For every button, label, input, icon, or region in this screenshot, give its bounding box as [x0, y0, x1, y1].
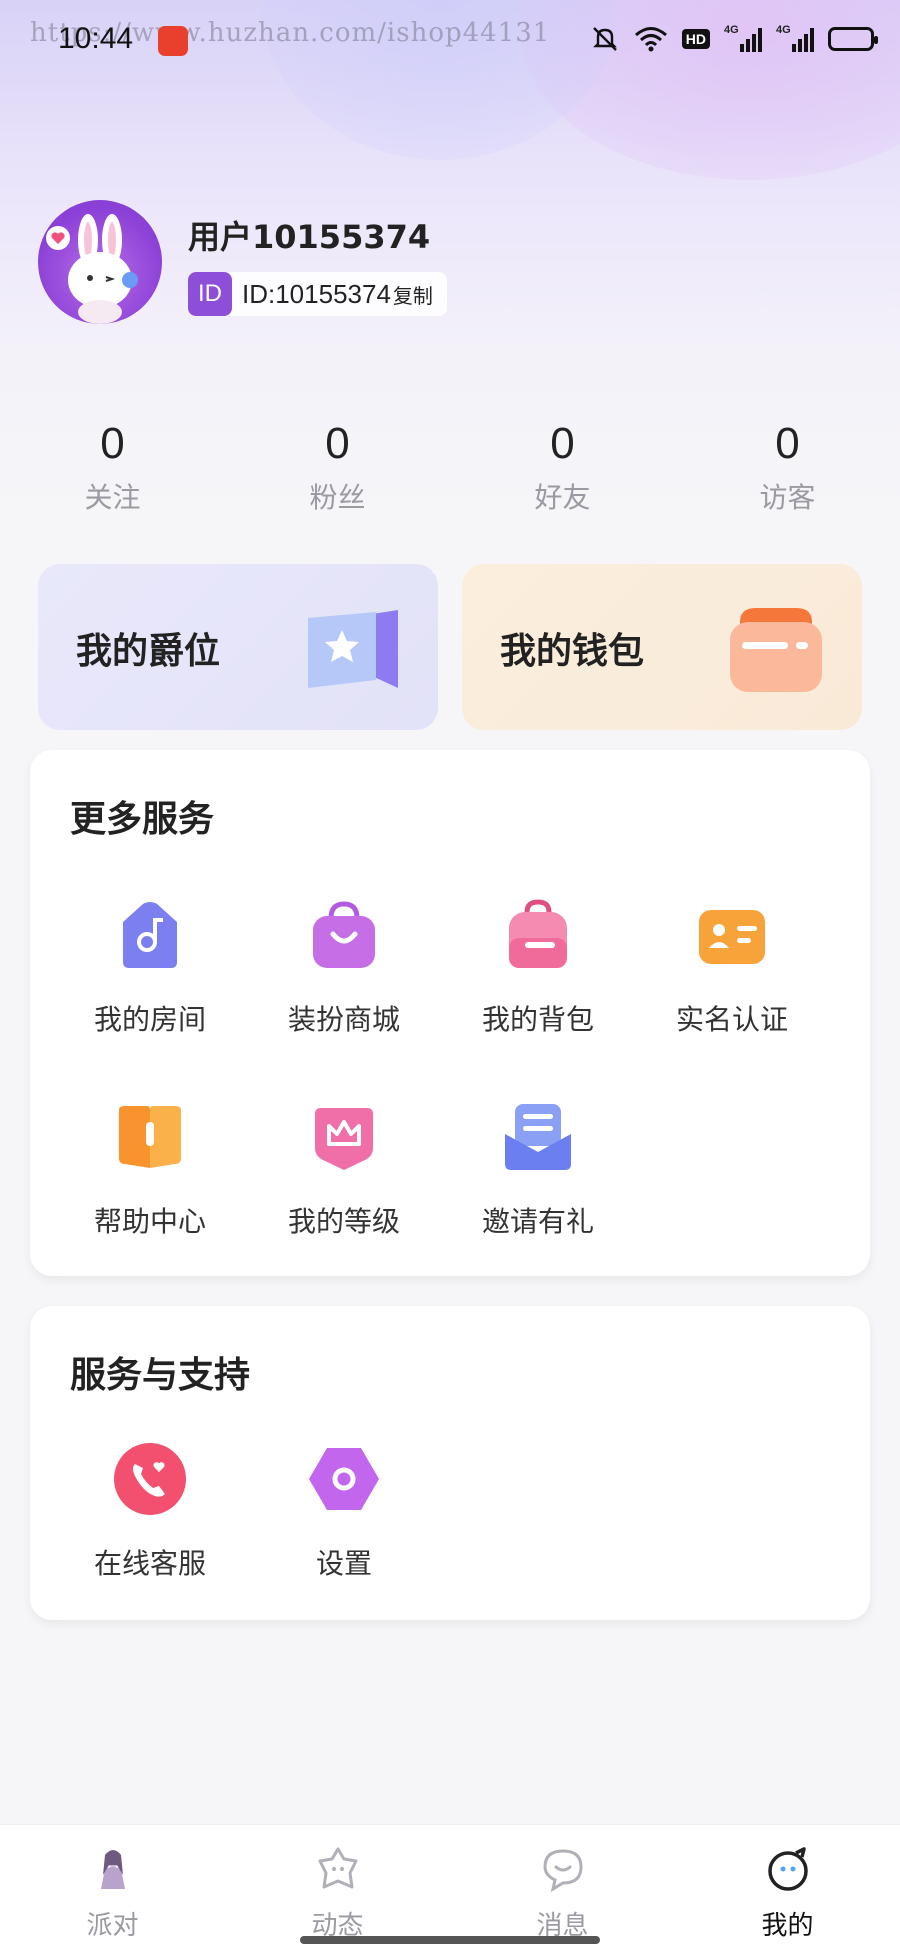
stat-value: 0: [325, 419, 350, 468]
id-card-icon: [699, 910, 765, 964]
stat-label: 好友: [534, 481, 591, 515]
network-type-label: 4G: [724, 24, 739, 36]
my-rank-title: 我的爵位: [76, 631, 221, 672]
help-book-icon: [119, 1106, 181, 1168]
avatar[interactable]: [38, 200, 162, 324]
signal-strength-icon: 4G: [724, 24, 762, 52]
profile-face-icon: [767, 1847, 808, 1891]
service-label: 我的等级: [287, 1205, 400, 1238]
username: 用户10155374: [188, 218, 431, 256]
battery-icon: [828, 27, 878, 51]
my-wallet-title: 我的钱包: [500, 631, 645, 672]
support-label: 在线客服: [93, 1547, 206, 1580]
more-services-panel: 更多服务 我的房间 装扮商城 我的背包 实名认证 帮助中心 我的等级 邀请有礼: [30, 750, 870, 1276]
stat-visitors[interactable]: 0 访客: [675, 419, 900, 516]
support-online-service[interactable]: 在线客服: [53, 1442, 247, 1582]
my-rank-card[interactable]: 我的爵位: [38, 564, 438, 730]
stat-label: 关注: [84, 481, 141, 515]
settings-hexagon-icon: [309, 1448, 379, 1510]
stat-friends[interactable]: 0 好友: [450, 419, 675, 516]
status-bar: https://www.huzhan.com/ishop44131 10:44 …: [0, 0, 900, 80]
user-id-text: ID:10155374: [242, 278, 391, 309]
moments-icon: [318, 1847, 357, 1889]
shopping-bag-icon: [313, 901, 375, 968]
stat-label: 粉丝: [309, 481, 366, 515]
support-label: 设置: [315, 1547, 372, 1580]
stat-fans[interactable]: 0 粉丝: [225, 419, 450, 516]
stat-following[interactable]: 0 关注: [0, 419, 225, 516]
notification-app-icon: [158, 26, 188, 56]
hd-voice-icon: HD: [681, 29, 710, 49]
nav-tab-messages[interactable]: 消息: [450, 1825, 675, 1950]
nav-label: 我的: [761, 1911, 814, 1941]
backpack-icon: [509, 899, 567, 968]
my-wallet-card[interactable]: 我的钱包: [462, 564, 862, 730]
service-support-title: 服务与支持: [70, 1355, 251, 1396]
home-indicator[interactable]: [300, 1936, 600, 1944]
more-services-title: 更多服务: [70, 799, 215, 840]
nav-label: 派对: [86, 1911, 139, 1941]
nav-tab-me[interactable]: 我的: [675, 1825, 900, 1950]
service-label: 我的房间: [93, 1003, 206, 1036]
service-real-name-auth[interactable]: 实名认证: [635, 898, 829, 1038]
nav-tab-moments[interactable]: 动态: [225, 1825, 450, 1950]
service-label: 帮助中心: [93, 1205, 206, 1238]
stats-row: 0 关注 0 粉丝 0 好友 0 访客: [0, 419, 900, 516]
wallet-icon: [730, 608, 822, 692]
music-room-icon: [123, 902, 177, 968]
service-support-panel: 服务与支持 在线客服 设置: [30, 1306, 870, 1620]
service-dress-up-mall[interactable]: 装扮商城: [247, 898, 441, 1038]
service-help-center[interactable]: 帮助中心: [53, 1100, 247, 1240]
nav-tab-party[interactable]: 派对: [0, 1825, 225, 1950]
service-my-backpack[interactable]: 我的背包: [441, 898, 635, 1038]
stat-value: 0: [550, 419, 575, 468]
network-type-label-2: 4G: [776, 24, 791, 36]
wifi-icon: [634, 27, 667, 52]
bottom-nav: 派对 动态 消息 我的: [0, 1824, 900, 1950]
stat-value: 0: [775, 419, 800, 468]
invite-mail-icon: [505, 1104, 571, 1170]
service-label: 装扮商城: [287, 1003, 400, 1036]
bunny-avatar-icon: [46, 214, 138, 324]
service-invite-gift[interactable]: 邀请有礼: [441, 1100, 635, 1240]
star-flag-icon: [308, 610, 398, 688]
party-icon: [100, 1850, 125, 1889]
stat-value: 0: [100, 419, 125, 468]
user-id-pill: ID ID:10155374 复制: [188, 272, 447, 316]
service-label: 邀请有礼: [481, 1205, 594, 1238]
service-label: 我的背包: [481, 1003, 594, 1036]
support-settings[interactable]: 设置: [247, 1442, 441, 1582]
service-my-room[interactable]: 我的房间: [53, 898, 247, 1038]
signal-strength-icon-2: 4G: [776, 24, 814, 52]
message-icon: [542, 1849, 583, 1893]
id-tag: ID: [188, 272, 232, 316]
copy-id-button[interactable]: 复制: [393, 280, 433, 309]
crown-icon: [315, 1108, 373, 1170]
service-label: 实名认证: [675, 1003, 788, 1036]
phone-heart-icon: [114, 1443, 186, 1515]
stat-label: 访客: [759, 481, 816, 515]
service-my-level[interactable]: 我的等级: [247, 1100, 441, 1240]
mute-bell-icon: [592, 27, 617, 51]
status-time: 10:44: [58, 22, 134, 55]
